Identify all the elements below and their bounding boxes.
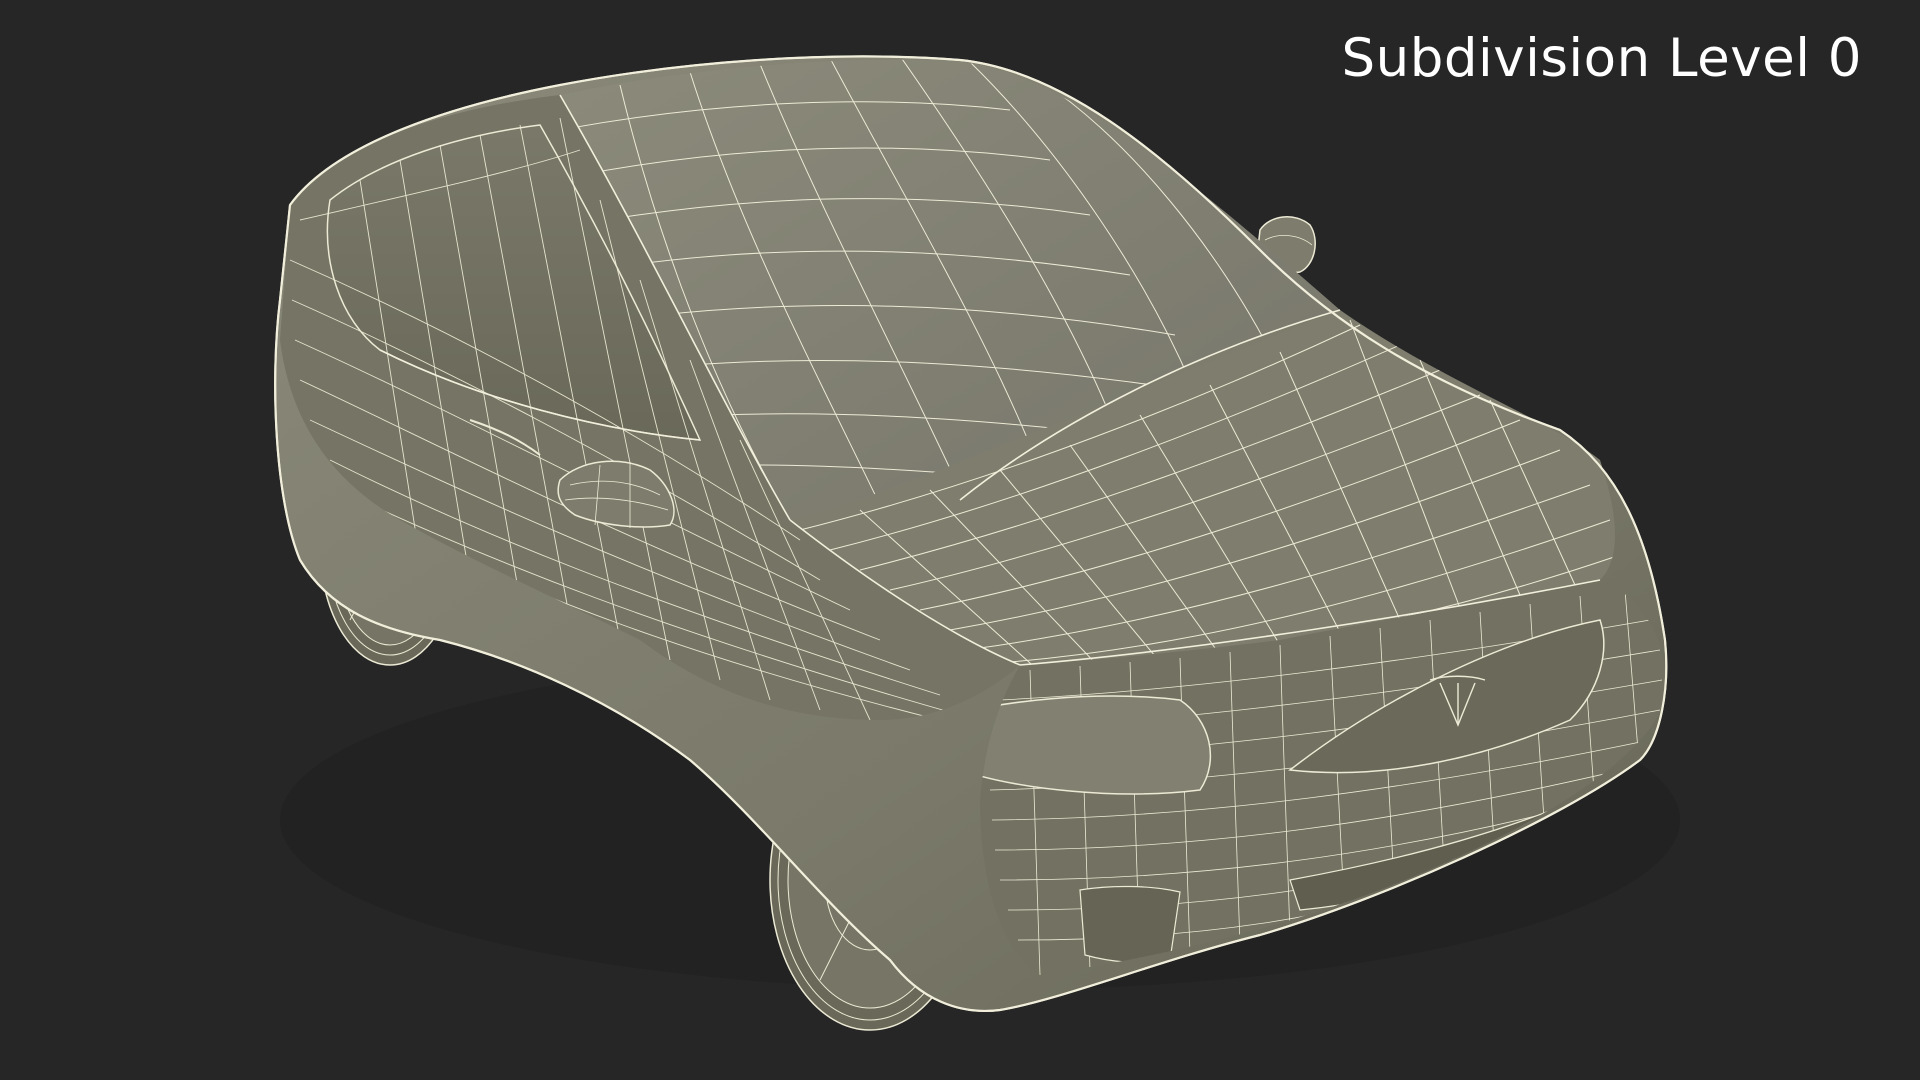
car-wireframe-render [274, 55, 1680, 1031]
fog-light [1079, 885, 1181, 964]
viewport: Subdivision Level 0 [0, 0, 1920, 1080]
subdivision-level-label: Subdivision Level 0 [1341, 28, 1862, 89]
